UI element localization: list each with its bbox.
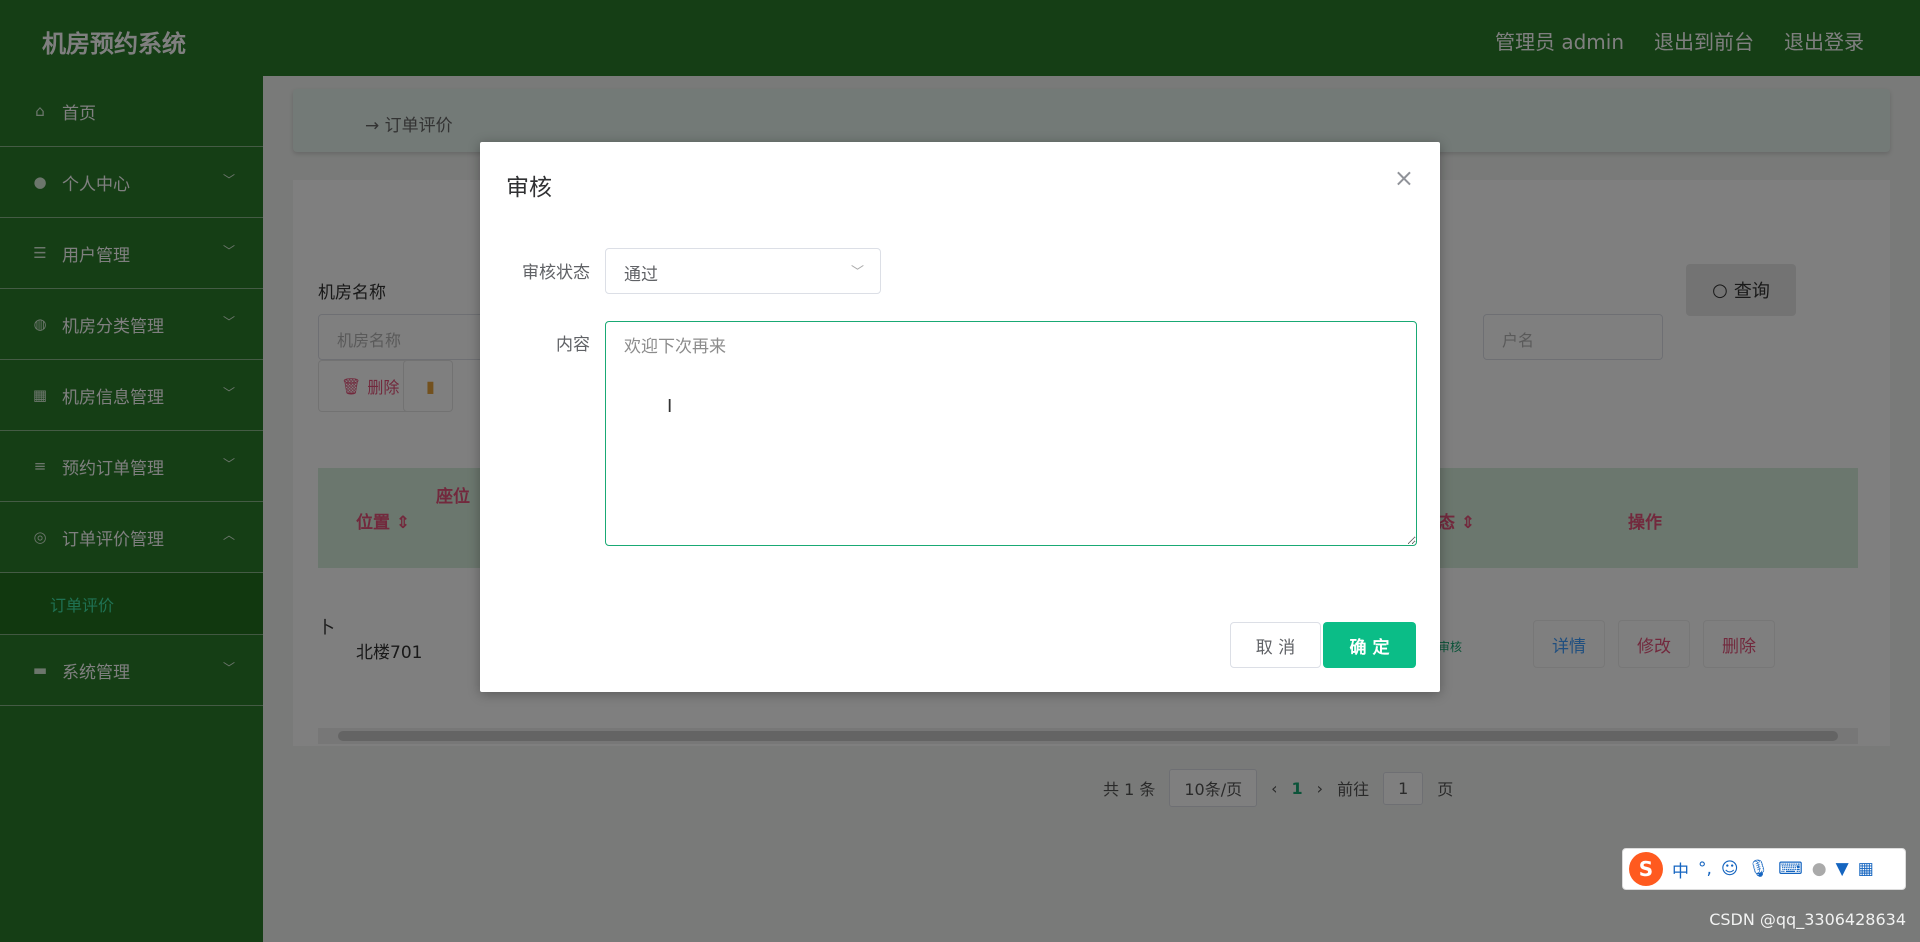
ime-punct-toggle[interactable]: °, [1698,859,1712,879]
watermark: CSDN @qq_3306428634 [1709,910,1906,929]
confirm-button[interactable]: 确 定 [1323,622,1416,668]
status-label: 审核状态 [522,263,590,283]
keyboard-icon[interactable]: ⌨ [1778,859,1803,879]
content-textarea[interactable]: 欢迎下次再来 [605,321,1417,546]
apps-grid-icon[interactable]: ▦ [1858,859,1874,879]
dialog-title: 审核 [506,175,552,201]
ime-toolbar: S 中 °, ☺ 🎙 ⌨ ● ▼ ▦ [1622,848,1906,890]
chevron-down-icon: ﹀ [850,265,864,280]
status-select-value: 通过 [624,265,658,285]
close-icon[interactable]: × [1394,164,1414,192]
user-icon[interactable]: ● [1812,859,1827,879]
text-cursor-icon: I [667,396,673,417]
content-label: 内容 [556,335,590,355]
microphone-icon[interactable]: 🎙 [1748,859,1770,879]
shirt-icon[interactable]: ▼ [1836,859,1849,879]
review-dialog: 审核 × 审核状态 通过 ﹀ 内容 欢迎下次再来 I 取 消 确 定 [480,142,1440,692]
emoji-icon[interactable]: ☺ [1721,859,1739,879]
cancel-button[interactable]: 取 消 [1230,622,1321,668]
status-select[interactable]: 通过 ﹀ [605,248,881,294]
sogou-logo-icon[interactable]: S [1629,852,1663,886]
ime-mode-toggle[interactable]: 中 [1672,857,1689,882]
